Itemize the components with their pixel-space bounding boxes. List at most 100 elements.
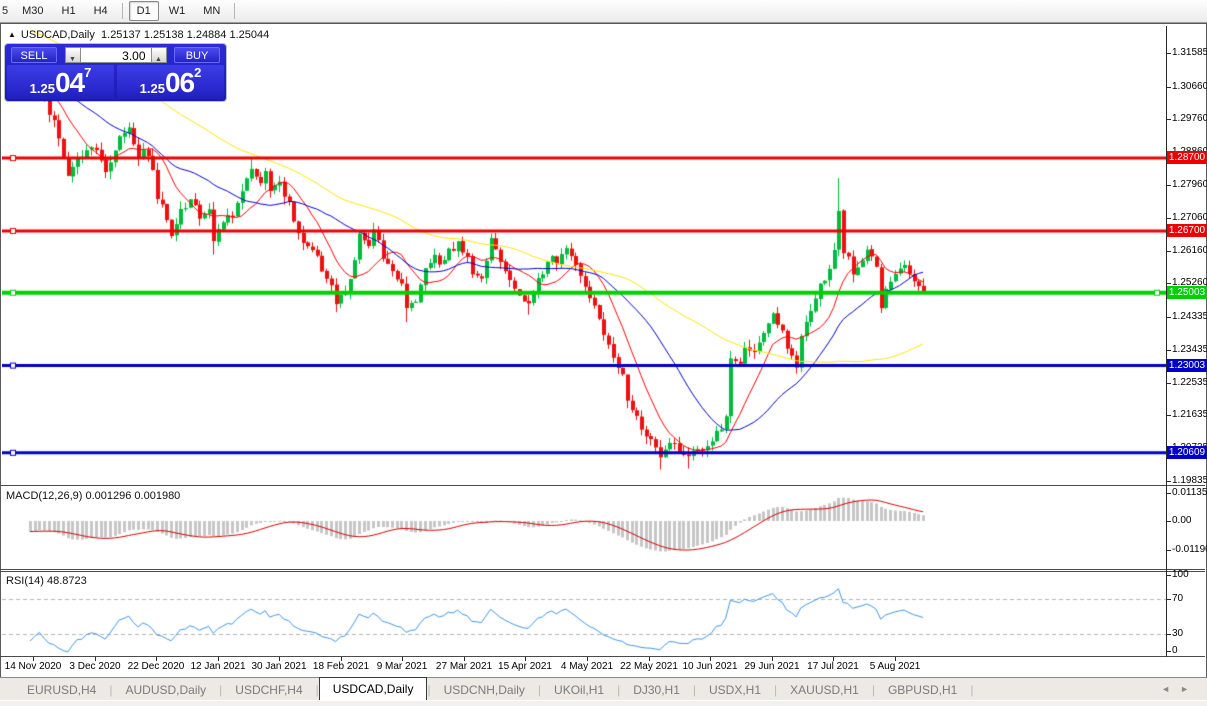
tab-eurusd-h4[interactable]: EURUSD,H4 <box>14 680 109 700</box>
price-tick-label: 1.19835 <box>1172 475 1207 486</box>
macd-tick-mark <box>1166 521 1171 522</box>
chart-title-bar: ▲ USDCAD,Daily 1.25137 1.25138 1.24884 1.… <box>8 29 269 41</box>
price-tick-label: 1.21635 <box>1172 409 1207 420</box>
hline-price-label: 1.23003 <box>1167 359 1207 372</box>
time-tick-label: 5 Aug 2021 <box>869 661 921 672</box>
time-tick-label: 4 May 2021 <box>560 661 614 672</box>
volume-increase-button[interactable]: ▲ <box>150 47 167 63</box>
buy-price-prefix: 1.25 <box>139 81 165 96</box>
price-tick-label: 1.31585 <box>1172 47 1207 58</box>
rsi-tick-mark <box>1166 651 1171 652</box>
timeframe-button-w1[interactable]: W1 <box>161 1 194 21</box>
macd-values: 0.001296 0.001980 <box>85 490 181 502</box>
toolbar-separator <box>121 3 123 19</box>
sell-price-display[interactable]: 1.25 04 7 <box>7 65 114 99</box>
volume-spinner: ▼ 3.00 ▲ <box>64 47 167 63</box>
rsi-tick-label: 30 <box>1172 628 1184 639</box>
sell-price-pipette: 7 <box>84 65 92 80</box>
rsi-panel-separator-top[interactable] <box>0 569 1205 570</box>
timeframe-button-d1[interactable]: D1 <box>128 1 159 21</box>
macd-indicator-label: MACD(12,26,9) 0.001296 0.001980 <box>6 490 181 502</box>
mt4-application-window: { "toolbar": { "timeframes": [ {"label":… <box>0 0 1207 706</box>
price-tick-mark <box>1166 350 1171 351</box>
price-tick-mark <box>1166 119 1171 120</box>
time-tick-label: 17 Jul 2021 <box>807 661 859 672</box>
hline-price-label: 1.28700 <box>1167 151 1207 164</box>
price-tick-mark <box>1166 481 1171 482</box>
time-tick-label: 15 Apr 2021 <box>498 661 552 672</box>
macd-tick-label: 0.00 <box>1172 515 1192 526</box>
rsi-value: 48.8723 <box>46 575 87 587</box>
hline-price-label: 1.26700 <box>1167 224 1207 237</box>
time-tick-label: 22 Dec 2020 <box>127 661 185 672</box>
price-tick-label: 1.30660 <box>1172 81 1207 92</box>
macd-tick-label: 0.01135 <box>1172 487 1207 498</box>
price-tick-mark <box>1166 87 1171 88</box>
rsi-panel-separator-bottom <box>0 571 1205 572</box>
price-tick-label: 1.29760 <box>1172 113 1207 124</box>
volume-decrease-button[interactable]: ▼ <box>64 47 81 63</box>
price-tick-mark <box>1166 251 1171 252</box>
macd-tick-mark <box>1166 550 1171 551</box>
timeframe-toolbar: 5 M30 H1 H4 D1 W1 MN <box>0 0 1207 23</box>
price-tick-mark <box>1166 383 1171 384</box>
timeframe-button-mn[interactable]: MN <box>195 1 228 21</box>
rsi-tick-label: 70 <box>1172 593 1184 604</box>
price-tick-label: 1.24335 <box>1172 311 1207 322</box>
tab-dj30-h1[interactable]: DJ30,H1 <box>620 680 693 700</box>
macd-panel-separator[interactable] <box>0 485 1205 486</box>
hline-price-label: 1.20609 <box>1167 446 1207 459</box>
time-tick-label: 10 Jun 2021 <box>682 661 738 672</box>
rsi-tick-mark <box>1166 575 1171 576</box>
toolbar-separator <box>234 3 236 19</box>
price-tick-mark <box>1166 53 1171 54</box>
time-tick-label: 3 Dec 2020 <box>69 661 121 672</box>
tab-usdx-h1[interactable]: USDX,H1 <box>696 680 774 700</box>
tab-xauusd-h1[interactable]: XAUUSD,H1 <box>777 680 872 700</box>
macd-tick-label: -0.01190 <box>1172 544 1207 555</box>
volume-input[interactable]: 3.00 <box>80 47 151 63</box>
chart-ohlc-values: 1.25137 1.25138 1.24884 1.25044 <box>101 29 270 41</box>
tab-scroll-right-icon[interactable]: ► <box>1180 684 1199 694</box>
buy-button[interactable]: BUY <box>174 47 220 63</box>
time-tick-label: 9 Mar 2021 <box>376 661 428 672</box>
price-tick-label: 1.27960 <box>1172 179 1207 190</box>
tab-bar-items: EURUSD,H4 | AUDUSD,Daily | USDCHF,H4 | USDCAD,… <box>14 676 974 702</box>
time-axis-separator <box>0 656 1205 657</box>
price-tick-mark <box>1166 218 1171 219</box>
sell-price-big-digits: 04 <box>54 67 85 98</box>
timeframe-button-m30[interactable]: M30 <box>14 1 51 21</box>
timeframe-button-h4[interactable]: H4 <box>86 1 116 21</box>
tab-usdcnh-daily[interactable]: USDCNH,Daily <box>431 680 538 700</box>
buy-price-big-digits: 06 <box>164 67 195 98</box>
price-tick-label: 1.27060 <box>1172 212 1207 223</box>
timeframe-button-5[interactable]: 5 <box>0 1 12 21</box>
tab-usdchf-h4[interactable]: USDCHF,H4 <box>222 680 315 700</box>
tab-separator: | <box>970 682 974 697</box>
rsi-tick-label: 0 <box>1172 645 1178 656</box>
price-tick-label: 1.23435 <box>1172 344 1207 355</box>
tab-gbpusd-h1[interactable]: GBPUSD,H1 <box>875 680 970 700</box>
timeframe-button-h1[interactable]: H1 <box>54 1 84 21</box>
buy-price-display[interactable]: 1.25 06 2 <box>117 65 224 99</box>
macd-tick-mark <box>1166 493 1171 494</box>
price-axis-line[interactable] <box>1166 26 1167 657</box>
rsi-indicator-chart[interactable] <box>2 572 1166 656</box>
time-tick-label: 22 May 2021 <box>620 661 678 672</box>
rsi-indicator-label: RSI(14) 48.8723 <box>6 575 87 587</box>
tab-audusd-daily[interactable]: AUDUSD,Daily <box>112 680 219 700</box>
buy-price-pipette: 2 <box>194 65 202 80</box>
tab-ukoil-h1[interactable]: UKOil,H1 <box>541 680 617 700</box>
time-tick-label: 30 Jan 2021 <box>251 661 307 672</box>
time-tick-label: 18 Feb 2021 <box>312 661 370 672</box>
tab-scroll-left-icon[interactable]: ◄ <box>1161 684 1180 694</box>
price-tick-mark <box>1166 283 1171 284</box>
one-click-trading-panel: SELL ▼ 3.00 ▲ BUY 1.25 04 7 1.25 06 2 <box>5 44 226 101</box>
time-tick-label: 29 Jun 2021 <box>744 661 800 672</box>
sell-button[interactable]: SELL <box>11 47 57 63</box>
sell-price-prefix: 1.25 <box>29 81 55 96</box>
collapse-panel-icon[interactable]: ▲ <box>8 30 16 39</box>
tab-usdcad-daily[interactable]: USDCAD,Daily <box>318 676 428 702</box>
price-tick-mark <box>1166 185 1171 186</box>
chart-symbol-label: USDCAD,Daily <box>20 29 95 41</box>
